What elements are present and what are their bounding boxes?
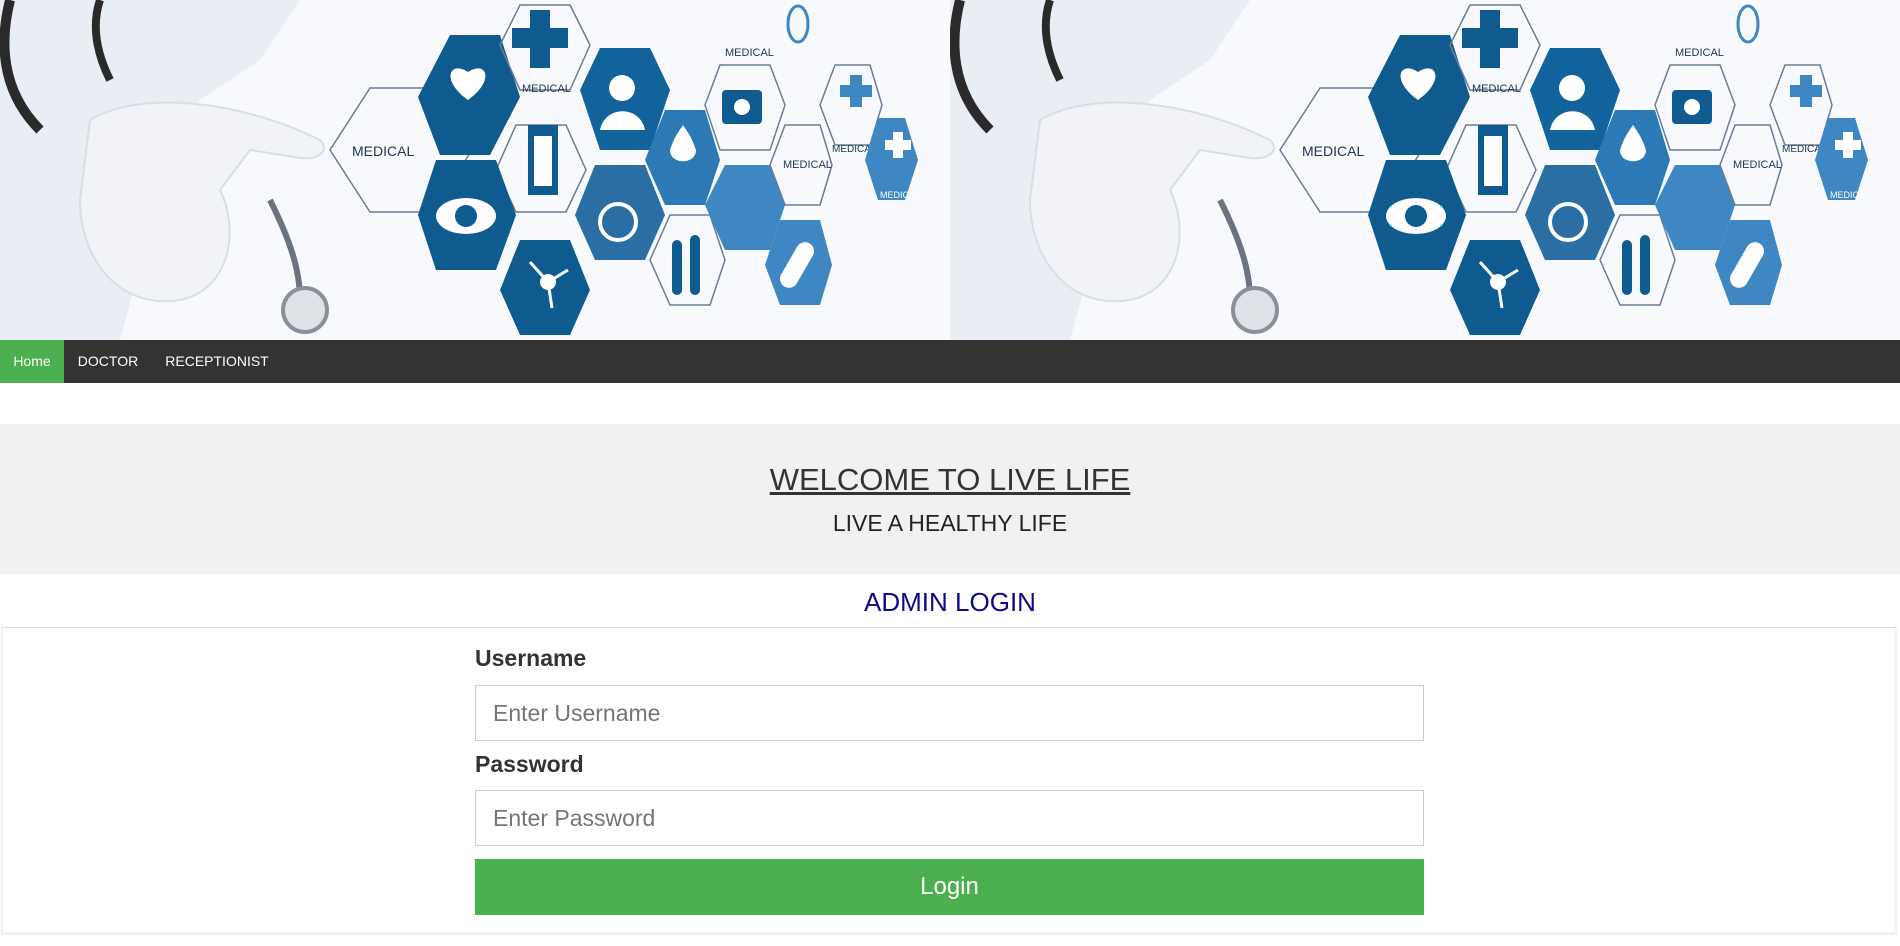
svg-text:MEDICAL: MEDICAL — [880, 190, 920, 200]
username-input[interactable] — [475, 685, 1424, 741]
welcome-title: WELCOME TO LIVE LIFE — [769, 462, 1131, 497]
svg-text:MEDICAL: MEDICAL — [725, 47, 774, 59]
svg-text:MEDICAL: MEDICAL — [1675, 47, 1724, 59]
banner-image-left: MEDICAL MEDICAL MEDICAL MEDICAL MEDICAL … — [0, 0, 950, 340]
svg-text:MEDICAL: MEDICAL — [1830, 190, 1870, 200]
top-navbar: Home DOCTOR RECEPTIONIST — [0, 340, 1900, 383]
welcome-section: WELCOME TO LIVE LIFE LIVE A HEALTHY LIFE — [0, 424, 1900, 574]
admin-login-title: ADMIN LOGIN — [864, 587, 1036, 617]
svg-text:MEDICAL: MEDICAL — [1472, 83, 1521, 95]
password-label: Password — [475, 751, 584, 777]
header-banner: MEDICAL MEDICAL MEDICAL MEDICAL MEDICAL … — [0, 0, 1900, 340]
nav-home[interactable]: Home — [0, 340, 64, 383]
svg-text:MEDICAL: MEDICAL — [522, 83, 571, 95]
password-input[interactable] — [475, 790, 1424, 846]
nav-doctor[interactable]: DOCTOR — [64, 340, 152, 383]
svg-text:MEDICAL: MEDICAL — [783, 159, 832, 171]
login-button[interactable]: Login — [475, 859, 1424, 915]
username-label: Username — [475, 645, 587, 671]
svg-text:MEDICAL: MEDICAL — [352, 143, 414, 159]
svg-text:MEDICAL: MEDICAL — [1733, 159, 1782, 171]
svg-text:MEDICAL: MEDICAL — [1302, 143, 1364, 159]
welcome-subtitle: LIVE A HEALTHY LIFE — [832, 510, 1068, 536]
nav-receptionist[interactable]: RECEPTIONIST — [152, 340, 282, 383]
banner-image-right: MEDICAL MEDICAL MEDICAL MEDICAL MEDICAL … — [950, 0, 1900, 340]
